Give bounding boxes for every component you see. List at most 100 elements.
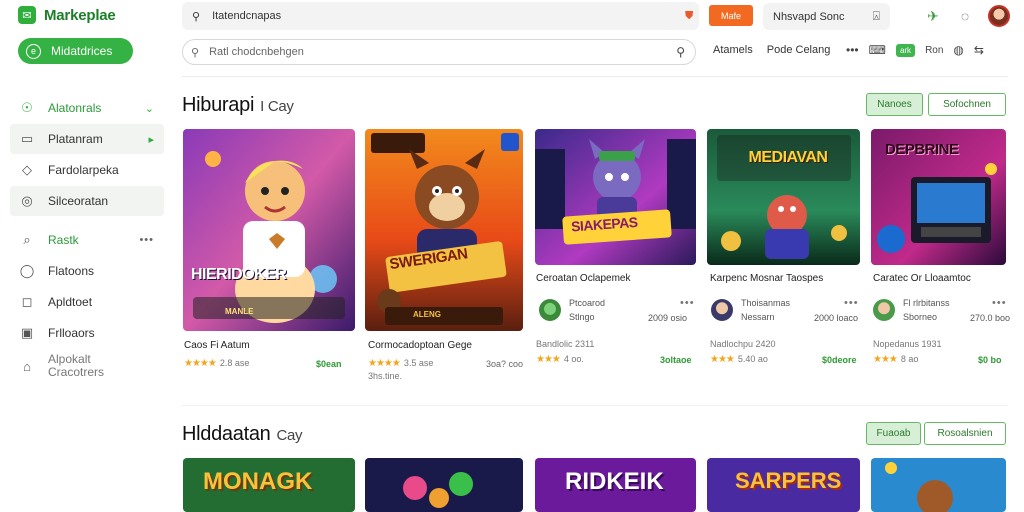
chat-bubble-icon: ▭	[20, 131, 34, 146]
developer-row: Ptcoarod Stlngo	[539, 296, 605, 324]
controller-icon[interactable]: ⌨	[869, 43, 886, 57]
developer-info: Fl rlrbitanss Sborneo	[903, 296, 950, 324]
developer-avatar[interactable]	[711, 299, 733, 321]
link-1[interactable]: Pode Celang	[767, 44, 831, 56]
game-thumbnail[interactable]	[183, 129, 355, 331]
secondary-search[interactable]: Nhsvapd Sonc ⍓	[763, 3, 890, 30]
arrow-right-icon: ▸	[148, 133, 154, 146]
sidebar-item-1[interactable]: ▭ Platanram ▸	[10, 124, 164, 154]
green-badge[interactable]: ark	[895, 43, 916, 57]
rating-value: 4 oo.	[563, 354, 584, 364]
card-art-text: RIDKEIK	[565, 468, 664, 495]
link-0[interactable]: Atamels	[713, 44, 753, 56]
rating-value: 5.40 ao	[737, 354, 768, 364]
card-title[interactable]: Ceroatan Oclapemek	[536, 273, 631, 284]
more-dots-icon[interactable]: •••	[846, 43, 859, 57]
sidebar-item-0[interactable]: ☉ Alatonrals ⌄	[10, 93, 164, 123]
game-thumbnail[interactable]	[871, 458, 1006, 512]
card-rating: ★★★ 8 ao	[873, 354, 919, 365]
card-art-badge: MANLE	[225, 307, 254, 316]
sidebar-item-3[interactable]: ◎ Silceoratan	[10, 186, 164, 216]
game-thumbnail[interactable]	[365, 458, 523, 512]
globe-icon[interactable]: ◍	[953, 43, 963, 57]
card-art-text: MEDIAVAN	[748, 149, 828, 166]
share-icon[interactable]: ⇆	[974, 43, 984, 57]
card-art-text: HIERIDOKER	[191, 266, 287, 283]
developer-avatar[interactable]	[873, 299, 895, 321]
shield-icon[interactable]: ⛊	[685, 10, 696, 22]
bell-icon[interactable]: ⍓	[873, 9, 880, 24]
section-outline-button[interactable]: Sofochnen	[928, 93, 1006, 116]
secondary-icons: ••• ⌨ ark Ron ◍ ⇆	[846, 43, 984, 57]
nav-divider	[10, 217, 164, 225]
new-button[interactable]: e Midatdrices	[18, 38, 133, 64]
card-art-badge: ALENG	[413, 310, 441, 319]
sidebar-item-label: Rastk	[48, 233, 79, 247]
card-price: $0deore	[822, 355, 857, 365]
app-name: Markeplae	[44, 6, 116, 24]
card-title[interactable]: Caratec Or Lloaamtoc	[873, 273, 971, 284]
top-search[interactable]: ⚲ Itatendcnapas	[182, 2, 699, 30]
developer-name: Thoisanmas	[741, 298, 791, 308]
sidebar-item-4[interactable]: ⌕ Rastk •••	[10, 225, 164, 255]
sidebar-item-label: Alatonrals	[48, 101, 102, 115]
secondary-links: Atamels Pode Celang	[713, 44, 830, 56]
sidebar-item-7[interactable]: ▣ Frlloaors	[10, 318, 164, 348]
main-search-text: Ratl chodcnbehgen	[209, 46, 304, 58]
card-title[interactable]: Karpenc Mosnar Taospes	[710, 273, 823, 284]
logo[interactable]: ✉ Markeplae	[18, 6, 116, 24]
section-outline-button[interactable]: Rosoalsnien	[924, 422, 1006, 445]
sidebar-item-5[interactable]: ◯ Flatoons	[10, 256, 164, 286]
developer-name: Fl rlrbitanss	[903, 298, 950, 308]
card-price: 3oa? coo	[486, 359, 524, 369]
game-thumbnail[interactable]	[535, 129, 696, 265]
card-rating: ★★★★ 3.5 ase	[368, 358, 434, 369]
developer-avatar[interactable]	[539, 299, 561, 321]
developer-info: Thoisanmas Nessarn	[741, 296, 790, 324]
section-title: Hiburapi I Cay	[182, 94, 294, 117]
sidebar-item-6[interactable]: ◻ Apldtoet	[10, 287, 164, 317]
developer-row: Thoisanmas Nessarn	[711, 296, 790, 324]
more-dots-icon[interactable]: •••	[844, 297, 859, 309]
card-meta: Bandlolic 2311	[536, 339, 595, 349]
section-fill-button[interactable]: Nanoes	[866, 93, 923, 116]
main-search[interactable]: ⚲ Ratl chodcnbehgen ⚲	[182, 39, 696, 65]
search-submit-icon[interactable]: ⚲	[676, 45, 685, 59]
card-date: 270.0 boo	[970, 313, 1011, 323]
search-icon: ⚲	[191, 46, 200, 59]
more-dots-icon[interactable]: •••	[992, 297, 1007, 309]
rocket-icon[interactable]: ✈	[924, 7, 942, 25]
card-art-text: DEPBRINE	[885, 141, 959, 158]
more-dots-icon[interactable]: •••	[680, 297, 695, 309]
game-thumbnail[interactable]	[365, 129, 523, 331]
sidebar-item-8[interactable]: ⌂ Alpokalt Cracotrers	[10, 349, 164, 383]
card-rating: ★★★★ 2.8 ase	[184, 358, 250, 369]
orange-action-button[interactable]: Mafe	[709, 5, 753, 26]
card-title[interactable]: Cormocadoptoan Gege	[368, 340, 472, 351]
secondary-bar: ⚲ Ratl chodcnbehgen ⚲ Atamels Pode Celan…	[182, 39, 1024, 65]
bag-icon: ◻	[21, 294, 33, 309]
section-subtitle: I Cay	[260, 98, 294, 115]
card-sub: 3hs.tine.	[368, 371, 403, 381]
card-date: 2000 loaco	[814, 313, 859, 323]
chevron-down-icon: ⌄	[144, 102, 154, 115]
developer-row: Fl rlrbitanss Sborneo	[873, 296, 950, 324]
developer-info: Ptcoarod Stlngo	[569, 296, 605, 324]
card-date: 2009 osio	[648, 313, 688, 323]
top-bar: ⚲ Itatendcnapas ⛊ Mafe Nhsvapd Sonc ⍓ ✈ …	[182, 2, 1024, 30]
sidebar-item-2[interactable]: ◇ Fardolarpeka	[10, 155, 164, 185]
settings-icon[interactable]: ◌	[956, 7, 974, 25]
search-icon: ⚲	[192, 10, 201, 23]
target-icon: ◎	[21, 193, 33, 208]
card-title[interactable]: Caos Fi Aatum	[184, 340, 250, 351]
avatar[interactable]	[988, 5, 1010, 27]
rating-value: 2.8 ase	[219, 358, 250, 368]
tag-icon: ◇	[22, 162, 32, 177]
section-fill-button[interactable]: Fuaoab	[866, 422, 921, 445]
box-icon: ▣	[20, 325, 34, 340]
more-dots-icon[interactable]: •••	[139, 234, 154, 246]
developer-sub: Stlngo	[569, 312, 595, 322]
sidebar-item-label: Apldtoet	[48, 295, 93, 309]
card-price: $0 bo	[978, 355, 1002, 365]
section-title: Hlddaatan Cay	[182, 423, 303, 446]
